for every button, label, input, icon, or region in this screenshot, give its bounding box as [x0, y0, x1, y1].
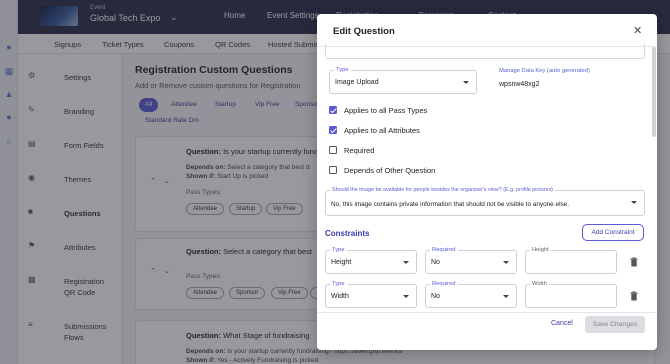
close-icon[interactable]: ✕	[633, 24, 642, 37]
checkbox-label: Required	[344, 146, 375, 155]
visibility-value: No, this image contains private informat…	[331, 201, 570, 208]
dialog-title: Edit Question	[333, 26, 395, 37]
cancel-button[interactable]: Cancel	[551, 320, 573, 327]
dropdown-caret-icon	[631, 201, 637, 204]
checkbox-required[interactable]	[329, 146, 337, 154]
dialog-header: Edit Question ✕	[317, 14, 657, 47]
add-constraint-button[interactable]: Add Constraint	[582, 224, 644, 241]
dropdown-caret-icon	[403, 295, 409, 298]
type-label: Type	[334, 67, 351, 73]
checkbox-label: Applies to all Attributes	[344, 126, 420, 135]
type-value: Image Upload	[335, 79, 379, 86]
data-key-label: Manage Data Key (auto generated)	[499, 68, 590, 74]
dropdown-caret-icon	[503, 261, 509, 264]
constraint-required-select[interactable]: Required No	[425, 281, 517, 308]
dropdown-caret-icon	[503, 295, 509, 298]
checkbox-label: Applies to all Pass Types	[344, 106, 428, 115]
checkbox-label: Depends of Other Question	[344, 166, 436, 175]
constraint-type-select[interactable]: Type Width	[325, 281, 417, 308]
trash-icon[interactable]	[629, 257, 639, 267]
dropdown-caret-icon	[403, 261, 409, 264]
dropdown-caret-icon	[463, 81, 469, 84]
save-changes-button[interactable]: Save Changes	[585, 316, 645, 333]
constraint-type-select[interactable]: Type Height	[325, 247, 417, 274]
type-select[interactable]: Type Image Upload	[329, 67, 477, 94]
constraint-required-select[interactable]: Required No	[425, 247, 517, 274]
constraint-height-input[interactable]: Height	[525, 247, 617, 274]
dialog-scrollbar[interactable]	[652, 47, 656, 137]
checkbox-all-attributes[interactable]	[329, 126, 337, 134]
constraints-title: Constraints	[325, 229, 370, 238]
constraint-width-input[interactable]: Width	[525, 281, 617, 308]
checkbox-all-pass-types[interactable]	[329, 106, 337, 114]
edit-question-dialog: Edit Question ✕ Type Image Upload Manage…	[317, 14, 657, 350]
visibility-label: Should the image be available for people…	[330, 187, 555, 193]
data-key-value: wpsnw48xg2	[499, 81, 540, 88]
trash-icon[interactable]	[629, 291, 639, 301]
visibility-select[interactable]: Should the image be available for people…	[325, 187, 645, 216]
checkbox-depends-other[interactable]	[329, 166, 337, 174]
